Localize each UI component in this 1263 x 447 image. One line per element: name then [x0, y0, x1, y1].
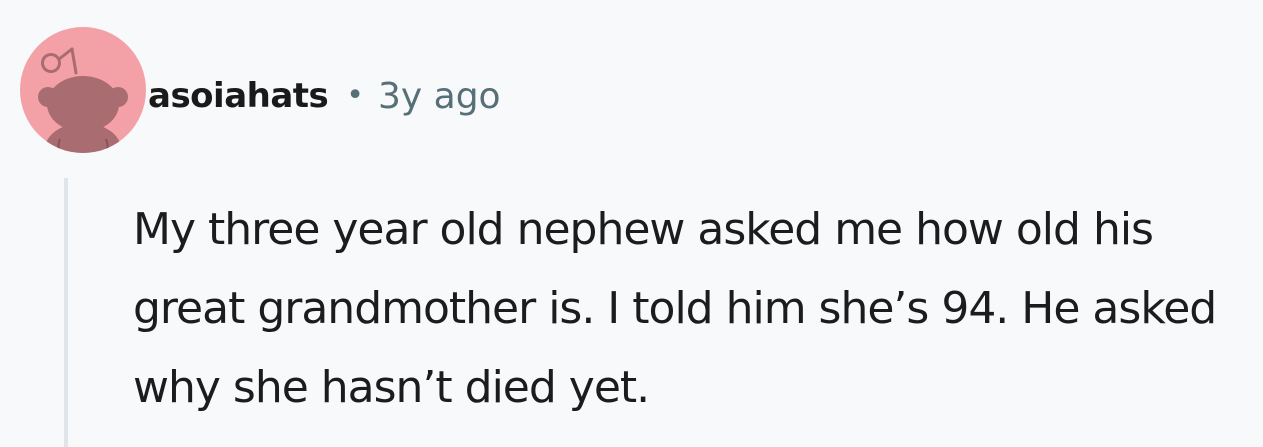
comment-header: asoiahats • 3y ago [148, 68, 501, 124]
separator-dot: • [346, 78, 364, 113]
timestamp[interactable]: 3y ago [378, 76, 501, 117]
avatar[interactable] [20, 27, 146, 153]
thread-line[interactable] [64, 178, 68, 447]
comment: asoiahats • 3y ago My three year old nep… [0, 0, 1263, 447]
username-link[interactable]: asoiahats [148, 76, 329, 116]
comment-body: My three year old nephew asked me how ol… [133, 204, 1217, 413]
snoo-avatar-icon [38, 47, 128, 153]
